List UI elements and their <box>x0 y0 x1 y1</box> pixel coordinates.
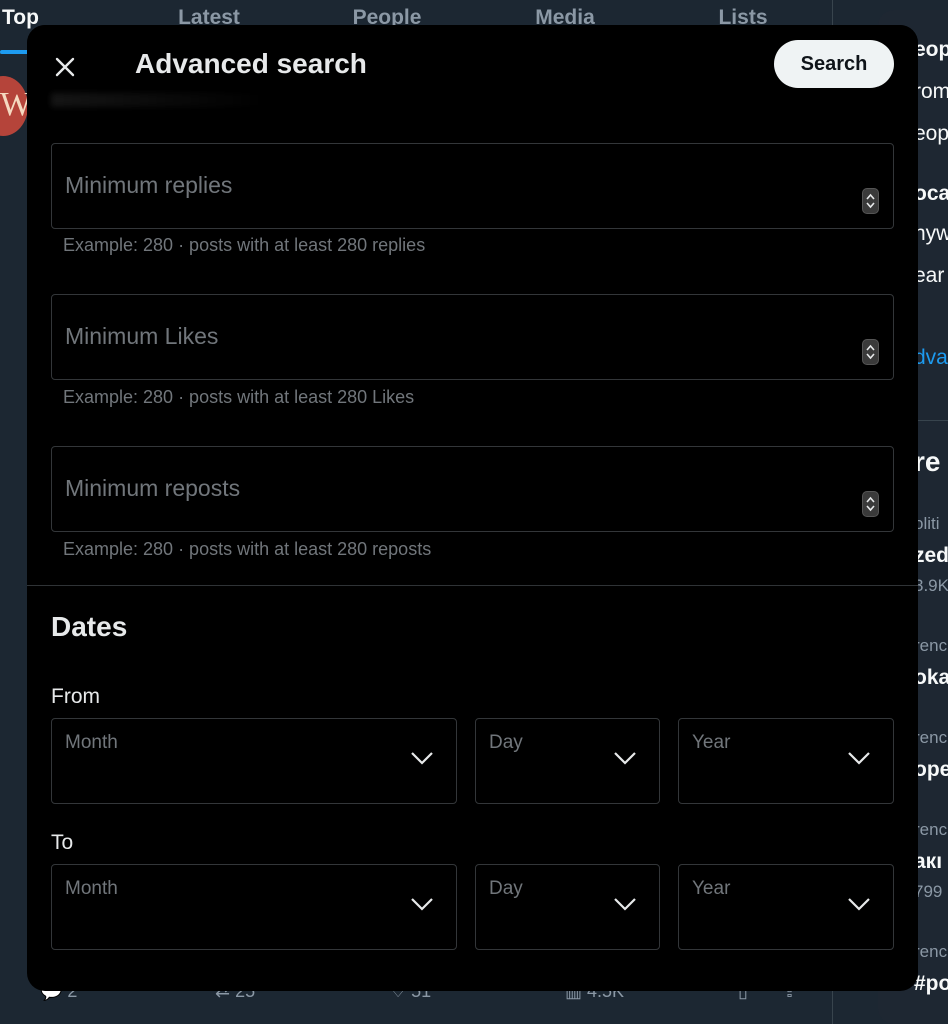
minimum-replies-hint: Example: 280 · posts with at least 280 r… <box>63 235 426 255</box>
minimum-replies-placeholder: Minimum replies <box>65 172 233 198</box>
to-label: To <box>51 831 74 854</box>
dialog-title: Advanced search <box>135 48 367 79</box>
trend-category: renc <box>914 820 948 839</box>
number-stepper[interactable] <box>862 491 879 517</box>
scrolled-content-remnant <box>51 93 271 107</box>
to-month-select[interactable]: Month <box>51 864 457 950</box>
search-button[interactable]: Search <box>774 40 894 88</box>
chevron-down-icon <box>848 752 870 765</box>
number-stepper[interactable] <box>862 188 879 214</box>
from-month-select[interactable]: Month <box>51 718 457 804</box>
minimum-reposts-input[interactable]: Minimum reposts <box>51 446 894 532</box>
minimum-replies-input[interactable]: Minimum replies <box>51 143 894 229</box>
dates-heading: Dates <box>51 611 128 642</box>
stepper-arrows-icon <box>866 193 875 209</box>
trend-category: renc <box>914 636 948 655</box>
trend-category: renc <box>914 728 948 747</box>
section-divider <box>27 585 918 586</box>
trend-category: renc <box>914 942 948 961</box>
stepper-arrows-icon <box>866 344 875 360</box>
sidebar-fragment: eop <box>914 38 948 61</box>
minimum-likes-hint: Example: 280 · posts with at least 280 L… <box>63 387 415 407</box>
trend-name[interactable]: акı <box>914 850 942 874</box>
to-month-label: Month <box>65 878 118 899</box>
to-day-select[interactable]: Day <box>475 864 660 950</box>
sidebar-fragment: ear <box>914 264 945 287</box>
trend-count: 3.9K <box>914 576 948 595</box>
chevron-down-icon <box>614 752 636 765</box>
minimum-reposts-hint: Example: 280 · posts with at least 280 r… <box>63 539 432 559</box>
trend-name[interactable]: ope <box>914 758 948 782</box>
advanced-search-link[interactable]: dva <box>914 346 948 370</box>
stepper-arrows-icon <box>866 496 875 512</box>
sidebar-fragment: eop <box>914 122 948 145</box>
advanced-search-dialog: Advanced search Search Minimum replies E… <box>27 25 918 991</box>
sidebar-fragment: oca <box>914 182 948 205</box>
close-button[interactable] <box>47 49 83 85</box>
sidebar-fragment: rom <box>914 80 948 103</box>
to-year-label: Year <box>692 878 731 899</box>
sidebar-fragment: nyw <box>914 222 948 245</box>
from-year-select[interactable]: Year <box>678 718 894 804</box>
from-day-select[interactable]: Day <box>475 718 660 804</box>
from-label: From <box>51 685 100 708</box>
trend-count: 799 <box>914 882 943 901</box>
trend-name[interactable]: zed <box>914 544 948 568</box>
trend-name[interactable]: oka <box>914 666 948 690</box>
to-year-select[interactable]: Year <box>678 864 894 950</box>
from-month-label: Month <box>65 732 118 753</box>
chevron-down-icon <box>411 898 433 911</box>
chevron-down-icon <box>411 752 433 765</box>
chevron-down-icon <box>614 898 636 911</box>
from-day-label: Day <box>489 732 523 753</box>
trend-name[interactable]: #poi <box>914 972 948 996</box>
from-year-label: Year <box>692 732 731 753</box>
to-day-label: Day <box>489 878 523 899</box>
number-stepper[interactable] <box>862 339 879 365</box>
minimum-reposts-placeholder: Minimum reposts <box>65 475 241 501</box>
minimum-likes-input[interactable]: Minimum Likes <box>51 294 894 380</box>
minimum-likes-placeholder: Minimum Likes <box>65 323 219 349</box>
chevron-down-icon <box>848 898 870 911</box>
close-icon <box>55 57 75 77</box>
